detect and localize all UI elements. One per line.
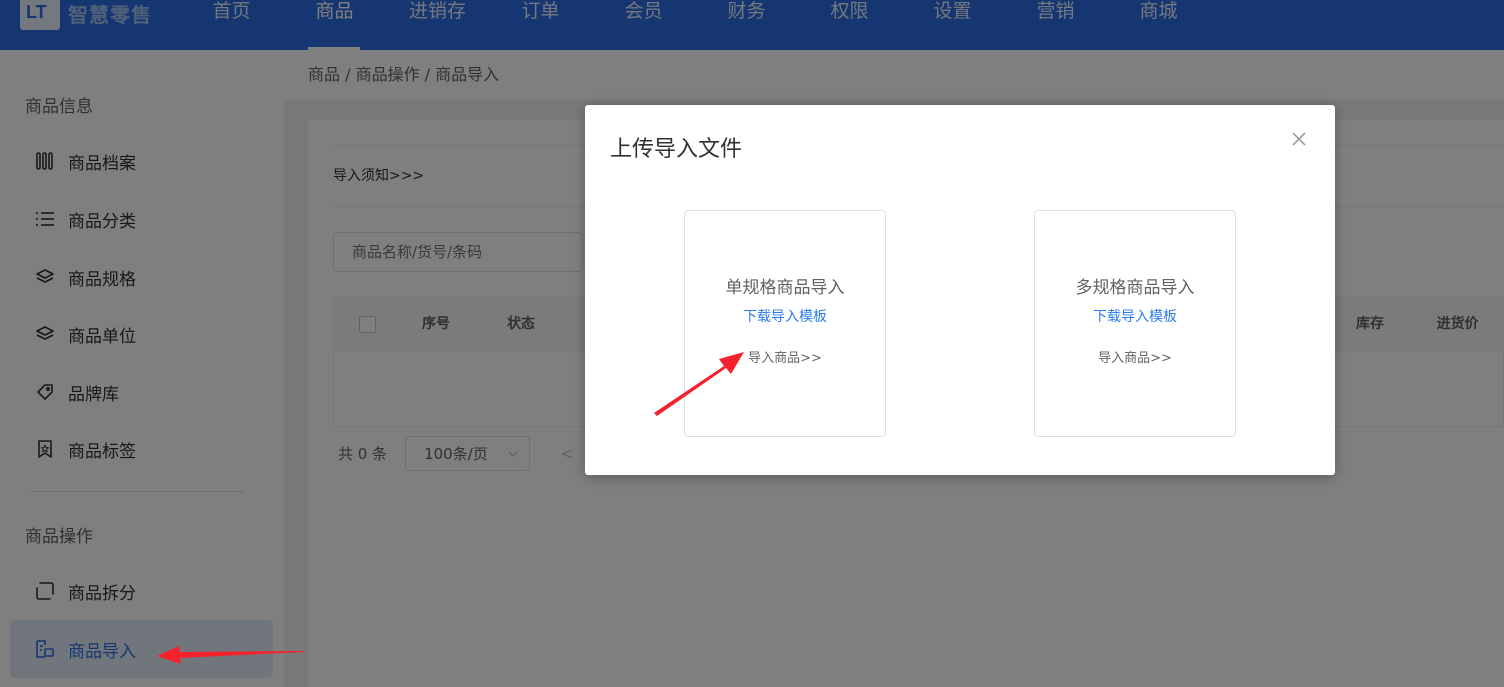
import-card-title: 多规格商品导入 [1075,278,1195,298]
download-template-link[interactable]: 下载导入模板 [1035,306,1235,326]
upload-import-dialog: 上传导入文件 单规格商品导入 下载导入模板 导入商品>> 多规格商品导入 下载导… [585,105,1335,475]
dialog-title: 上传导入文件 [610,137,743,162]
single-spec-import-card: 单规格商品导入 下载导入模板 导入商品>> [684,210,886,437]
multi-spec-import-card: 多规格商品导入 下载导入模板 导入商品>> [1034,210,1236,437]
download-template-link[interactable]: 下载导入模板 [685,306,885,326]
close-icon[interactable] [1291,131,1309,149]
import-goods-button[interactable]: 导入商品>> [1035,347,1235,366]
import-card-title: 单规格商品导入 [725,278,845,298]
import-goods-button[interactable]: 导入商品>> [685,347,885,366]
